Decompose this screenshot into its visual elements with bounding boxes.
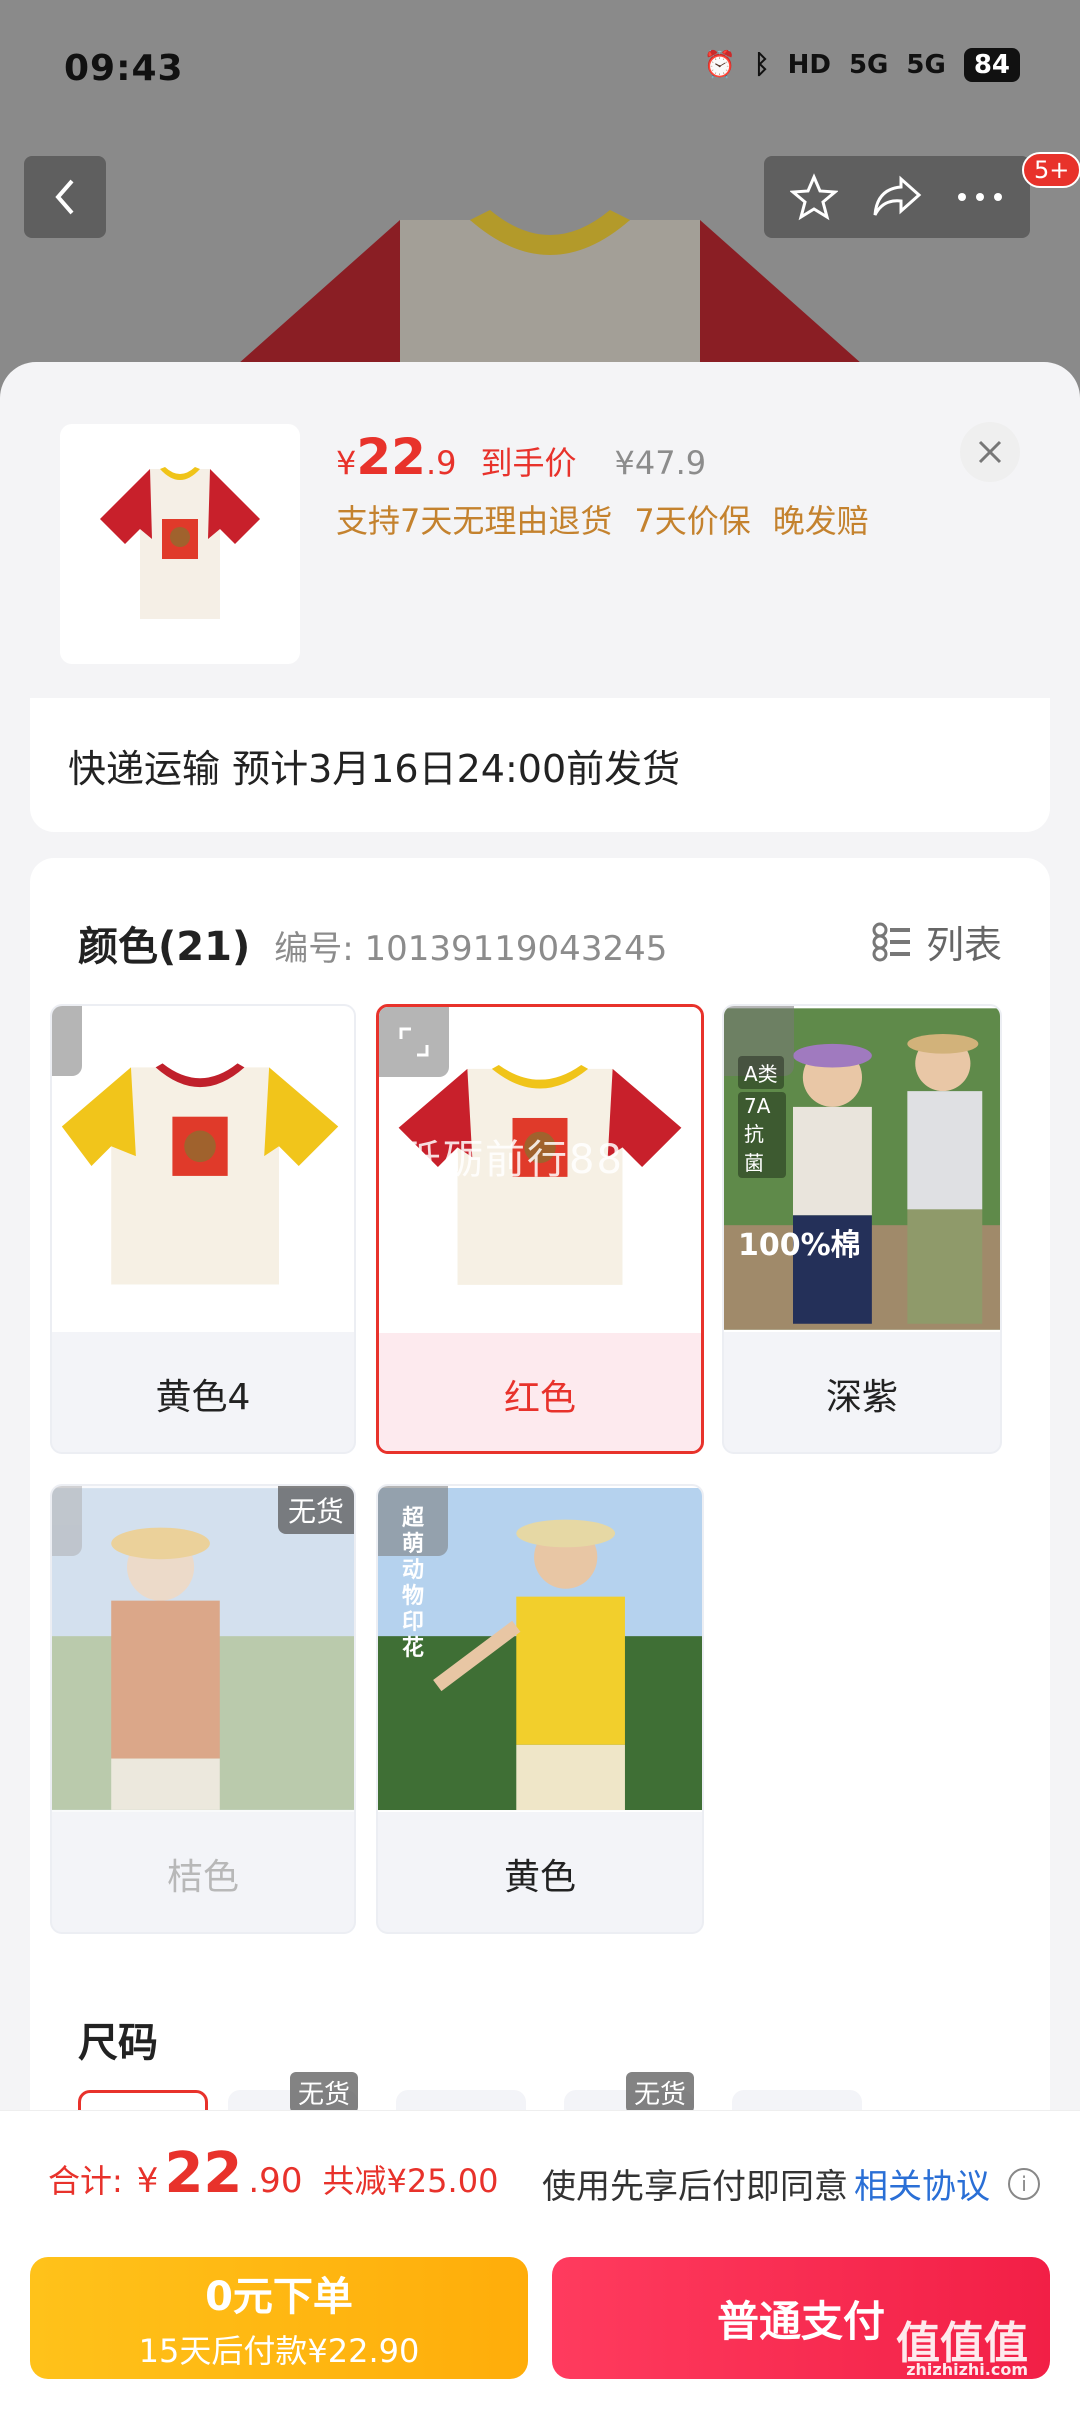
bnpl-subtitle: 15天后付款¥22.90 [138, 2332, 420, 2370]
original-price: ¥47.9 [614, 444, 707, 482]
price-decimal: .9 [425, 444, 457, 482]
price-main: 22 [356, 428, 426, 486]
color-option-label: 黄色 [503, 1857, 576, 1898]
bluetooth-icon: ᛒ [753, 50, 770, 80]
sku-selector-sheet: ¥22.9 到手价 ¥47.9 支持7天无理由退货 7天价保 晚发赔 快递运输 … [0, 362, 1080, 2412]
agreement-row: 使用先享后付即同意 相关协议 i [542, 2159, 1040, 2208]
kid-orange-photo-image [52, 1488, 354, 1810]
price-label: 到手价 [480, 444, 577, 482]
color-option-image: A类 7A抗菌 100%棉 [724, 1006, 1000, 1332]
agreement-text: 使用先享后付即同意 [542, 2167, 848, 2207]
share-icon[interactable] [871, 175, 923, 219]
buy-now-pay-later-button[interactable]: 0元下单 15天后付款¥22.90 [30, 2257, 528, 2379]
photo-print-text: 超萌动物印花 [402, 1506, 425, 1661]
bnpl-title: 0元下单 [205, 2274, 353, 2320]
service-return: 支持7天无理由退货 [336, 502, 613, 540]
battery-icon: 84 [963, 48, 1020, 82]
star-icon[interactable] [790, 173, 839, 221]
total-discount: 共减¥25.00 [322, 2162, 499, 2200]
tshirt-red-image [100, 467, 260, 619]
status-time: 09:43 [64, 48, 184, 89]
product-thumbnail[interactable] [60, 424, 300, 664]
signal-5g-icon: 5G [848, 50, 889, 80]
color-option-yellow4[interactable]: 黄色4 [50, 1004, 356, 1454]
sold-out-badge: 无货 [289, 2072, 358, 2113]
color-option-image: 砥砺前行88 [379, 1007, 701, 1333]
normal-pay-button[interactable]: 普通支付 值值值 zhizhizhi.com [552, 2257, 1050, 2379]
color-header: 颜色(21) 编号: 10139119043245 [78, 914, 667, 972]
sold-out-badge: 无货 [625, 2072, 694, 2113]
checkout-bar: 合计: ¥22.90 共减¥25.00 使用先享后付即同意 相关协议 i 0元下… [0, 2110, 1080, 2412]
color-option-image [52, 1486, 354, 1812]
notification-badge: 5+ [1022, 152, 1080, 188]
total-currency: ¥ [136, 2161, 159, 2201]
expand-icon[interactable] [52, 1006, 82, 1076]
photo-cotton-text: 100%棉 [738, 1228, 861, 1263]
size-title: 尺码 [78, 2020, 158, 2066]
color-option-label: 桔色 [166, 1857, 239, 1898]
pay-label: 普通支付 [716, 2296, 885, 2346]
hd-icon: HD [787, 50, 831, 80]
total-label: 合计: [48, 2162, 123, 2200]
price-row: ¥22.9 到手价 ¥47.9 [336, 428, 706, 486]
delivery-text: 快递运输 预计3月16日24:00前发货 [68, 746, 681, 791]
color-title: 颜色(21) [78, 924, 251, 970]
color-option-orange[interactable]: 无货 桔色 [50, 1484, 356, 1934]
status-bar: 09:43 ⏰ ᛒ HD 5G 5G 84 [0, 0, 1080, 140]
color-option-deep-purple[interactable]: A类 7A抗菌 100%棉 深紫 [722, 1004, 1002, 1454]
color-option-image: 超萌动物印花 [378, 1486, 702, 1812]
sheet-header: ¥22.9 到手价 ¥47.9 支持7天无理由退货 7天价保 晚发赔 [0, 362, 1080, 692]
color-option-image [52, 1006, 354, 1332]
watermark-text: 砥砺前行88 [401, 1137, 624, 1183]
color-option-label: 深紫 [825, 1377, 898, 1418]
expand-icon[interactable] [52, 1486, 82, 1556]
more-icon[interactable] [956, 191, 1004, 203]
tag-antibacterial: 7A抗菌 [738, 1092, 786, 1178]
chevron-left-icon [55, 179, 74, 215]
service-price-protect: 7天价保 [634, 502, 751, 540]
total-amount: 22 [164, 2141, 243, 2206]
service-late-comp: 晚发赔 [772, 502, 869, 540]
list-view-toggle[interactable]: 列表 [872, 914, 1002, 969]
agreement-link[interactable]: 相关协议 [854, 2159, 990, 2208]
back-button[interactable] [24, 156, 106, 238]
info-icon[interactable]: i [1008, 2167, 1040, 2200]
tag-class-a: A类 [738, 1056, 784, 1089]
service-guarantees: 支持7天无理由退货 7天价保 晚发赔 [336, 496, 869, 542]
signal-5g-icon-2: 5G [906, 50, 946, 80]
product-code: 编号: 10139119043245 [274, 929, 668, 969]
color-option-label: 黄色4 [155, 1377, 251, 1418]
status-icons: ⏰ ᛒ HD 5G 5G 84 [704, 48, 1020, 82]
list-icon [872, 922, 910, 961]
close-icon [978, 440, 1002, 464]
total-decimal: .90 [248, 2161, 303, 2201]
tshirt-yellow-image [61, 1063, 339, 1285]
list-label: 列表 [925, 923, 1002, 967]
price-currency: ¥ [336, 444, 357, 482]
site-watermark-url: zhizhizhi.com [906, 2360, 1028, 2379]
expand-icon[interactable] [379, 1007, 449, 1077]
color-option-red[interactable]: 砥砺前行88 红色 [376, 1004, 704, 1454]
sold-out-badge: 无货 [277, 1486, 354, 1534]
color-option-label: 红色 [379, 1333, 701, 1451]
close-button[interactable] [960, 422, 1020, 482]
nav-actions [764, 156, 1030, 238]
alarm-icon: ⏰ [703, 50, 736, 80]
total-row: 合计: ¥22.90 共减¥25.00 [48, 2141, 498, 2206]
delivery-info: 快递运输 预计3月16日24:00前发货 [30, 698, 1050, 832]
expand-arrows-icon [399, 1027, 429, 1057]
color-option-yellow[interactable]: 超萌动物印花 黄色 [376, 1484, 704, 1934]
